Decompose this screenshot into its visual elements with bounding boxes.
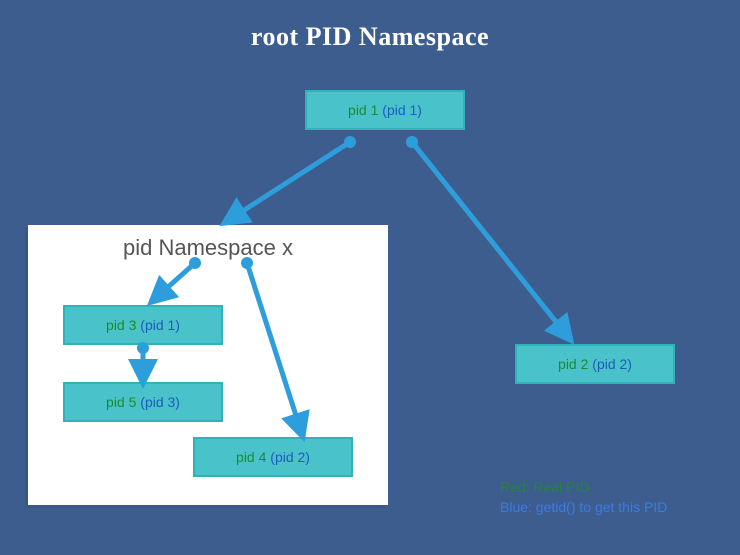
node-pid2: pid 2 (pid 2)	[515, 344, 675, 384]
node-pid3: pid 3 (pid 1)	[63, 305, 223, 345]
pid2-real: pid 2	[558, 356, 588, 372]
node-pid5: pid 5 (pid 3)	[63, 382, 223, 422]
pid1-virt: (pid 1)	[382, 102, 422, 118]
page-title: root PID Namespace	[0, 22, 740, 52]
pid3-real: pid 3	[106, 317, 136, 333]
pid1-real: pid 1	[348, 102, 378, 118]
pid3-virt: (pid 1)	[140, 317, 180, 333]
node-pid4: pid 4 (pid 2)	[193, 437, 353, 477]
namespace-label: pid Namespace x	[28, 235, 388, 261]
pid2-virt: (pid 2)	[592, 356, 632, 372]
node-pid1: pid 1 (pid 1)	[305, 90, 465, 130]
pid5-real: pid 5	[106, 394, 136, 410]
pid4-real: pid 4	[236, 449, 266, 465]
edge-pid1-pid3	[232, 136, 356, 218]
legend-line1: Red: Real PID	[500, 478, 667, 498]
legend-line2: Blue: getid() to get this PID	[500, 498, 667, 518]
legend: Red: Real PID Blue: getid() to get this …	[500, 478, 667, 517]
edge-pid1-pid2	[406, 136, 565, 333]
pid5-virt: (pid 3)	[140, 394, 180, 410]
pid4-virt: (pid 2)	[270, 449, 310, 465]
